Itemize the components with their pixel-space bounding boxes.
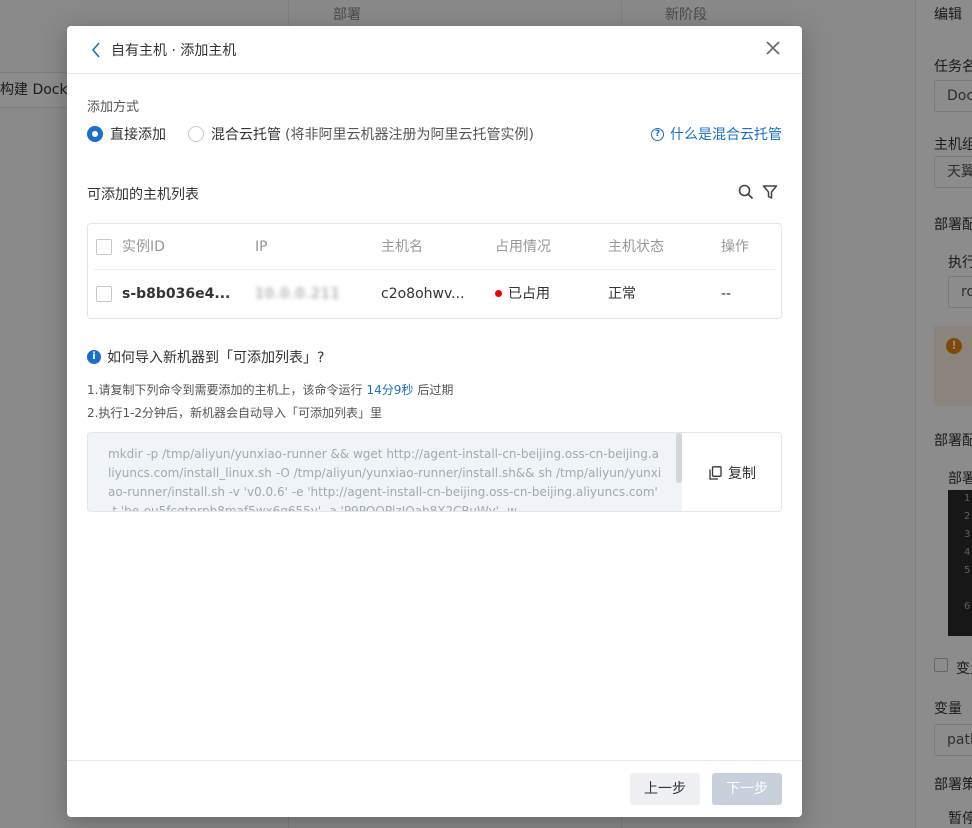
radio-hybrid-cloud[interactable] — [188, 126, 204, 142]
instance-id-cell: s-b8b036e4... — [122, 286, 231, 302]
host-list-title: 可添加的主机列表 — [87, 187, 199, 203]
import-guide-text: 如何导入新机器到「可添加列表」? — [107, 350, 325, 366]
close-icon[interactable] — [764, 39, 782, 57]
usage-cell: 已占用 — [495, 271, 550, 317]
step-1-prefix: 1.请复制下列命令到需要添加的主机上，该命令运行 — [87, 383, 363, 397]
dialog-footer: 上一步 下一步 — [67, 760, 802, 817]
next-step-button[interactable]: 下一步 — [712, 773, 782, 805]
column-header-ip: IP — [255, 239, 268, 255]
previous-step-button[interactable]: 上一步 — [630, 773, 700, 805]
step-1-suffix: 后过期 — [417, 383, 454, 397]
column-header-instance-id: 实例ID — [122, 239, 165, 255]
add-host-dialog: 自有主机 · 添加主机 添加方式 直接添加 混合云托管 (将非阿里云机器注册为阿… — [67, 26, 802, 817]
dialog-header: 自有主机 · 添加主机 — [67, 26, 802, 74]
copy-icon — [709, 466, 722, 480]
radio-direct-add-label[interactable]: 直接添加 — [110, 124, 166, 144]
table-row: s-b8b036e4... 10.0.0.211 c2o8ohwv... 已占用… — [88, 271, 781, 317]
import-step-2: 2.执行1-2分钟后，新机器会自动导入「可添加列表」里 — [87, 406, 383, 420]
help-link-text: 什么是混合云托管 — [670, 127, 782, 143]
copy-button[interactable]: 复制 — [682, 433, 781, 511]
select-all-checkbox[interactable] — [96, 239, 112, 255]
dialog-title: 自有主机 · 添加主机 — [111, 43, 237, 59]
radio-hybrid-cloud-label[interactable]: 混合云托管 — [211, 124, 281, 144]
hostname-cell: c2o8ohwv... — [381, 286, 465, 302]
column-header-hostname: 主机名 — [381, 239, 423, 255]
copy-button-label: 复制 — [728, 466, 756, 482]
add-method-radio-group: 直接添加 混合云托管 (将非阿里云机器注册为阿里云托管实例) — [87, 124, 534, 144]
add-method-label: 添加方式 — [87, 100, 140, 115]
search-icon[interactable] — [738, 184, 754, 200]
filter-icon[interactable] — [762, 184, 778, 200]
status-cell: 正常 — [608, 286, 636, 302]
column-header-status: 主机状态 — [608, 239, 664, 255]
question-circle-icon: ? — [651, 127, 664, 141]
expiry-countdown: 14分9秒 — [366, 383, 414, 397]
import-guide-title: i 如何导入新机器到「可添加列表」? — [87, 347, 324, 367]
row-checkbox[interactable] — [96, 286, 112, 302]
install-command-box: mkdir -p /tmp/aliyun/yunxiao-runner && w… — [87, 432, 782, 512]
occupied-status-dot — [495, 290, 502, 297]
install-command-text[interactable]: mkdir -p /tmp/aliyun/yunxiao-runner && w… — [88, 433, 682, 511]
info-icon: i — [87, 350, 101, 364]
import-step-1: 1.请复制下列命令到需要添加的主机上，该命令运行 14分9秒 后过期 — [87, 381, 453, 398]
column-header-usage: 占用情况 — [495, 239, 551, 255]
ip-cell: 10.0.0.211 — [255, 286, 341, 302]
radio-direct-add[interactable] — [87, 126, 103, 142]
hybrid-cloud-help-link[interactable]: ? 什么是混合云托管 — [651, 124, 782, 144]
column-header-action: 操作 — [721, 239, 749, 255]
usage-text: 已占用 — [508, 286, 550, 302]
table-header-row: 实例ID IP 主机名 占用情况 主机状态 操作 — [94, 224, 775, 270]
action-cell: -- — [721, 286, 732, 302]
back-arrow-icon[interactable] — [89, 41, 105, 59]
hybrid-cloud-hint: (将非阿里云机器注册为阿里云托管实例) — [285, 127, 534, 143]
host-table: 实例ID IP 主机名 占用情况 主机状态 操作 s-b8b036e4... 1… — [87, 223, 782, 319]
